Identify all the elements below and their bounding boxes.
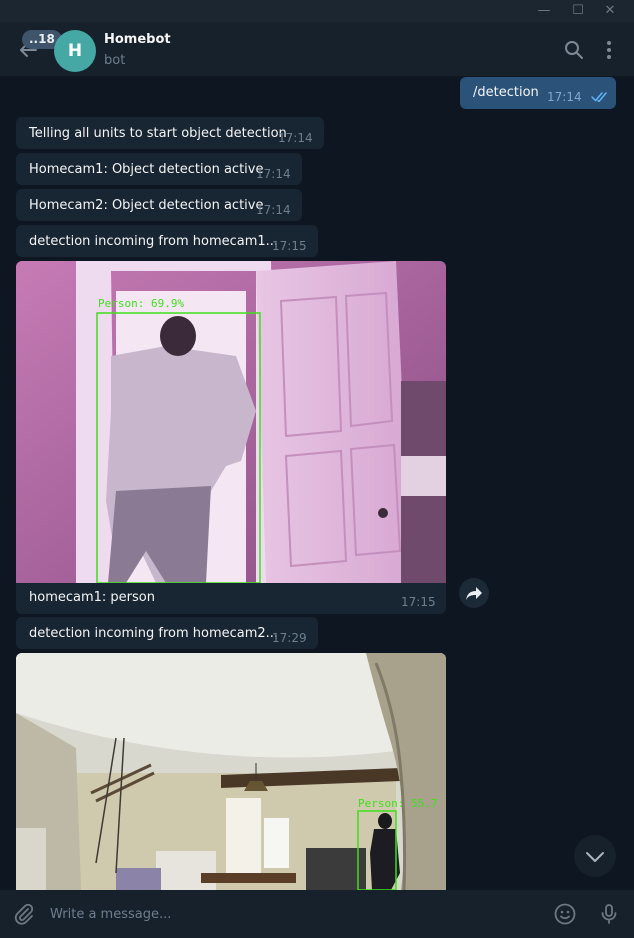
- chat-subtitle: bot: [104, 53, 126, 68]
- voice-button[interactable]: [597, 902, 621, 926]
- maximize-button[interactable]: ☐: [568, 2, 588, 20]
- detection-label: Person: 69.9%: [98, 297, 184, 310]
- minimize-button[interactable]: —: [534, 2, 554, 20]
- close-button[interactable]: ✕: [600, 2, 620, 20]
- message-time: 17:15: [401, 595, 436, 609]
- chat-title[interactable]: Homebot: [104, 32, 171, 47]
- avatar[interactable]: H: [54, 30, 96, 72]
- window-titlebar: — ☐ ✕: [0, 0, 634, 22]
- message-incoming[interactable]: Homecam1: Object detection active 17:14: [16, 153, 302, 185]
- scroll-down-button[interactable]: [574, 835, 616, 877]
- message-text: /detection: [473, 85, 539, 100]
- message-text: detection incoming from homecam1...: [29, 234, 279, 249]
- share-arrow-icon: [466, 587, 482, 600]
- message-time: 17:14: [256, 203, 291, 217]
- more-vertical-icon: [607, 41, 611, 59]
- composer: [0, 890, 634, 938]
- paperclip-icon: [14, 903, 34, 925]
- message-incoming[interactable]: Telling all units to start object detect…: [16, 117, 324, 149]
- detection-photo-homecam2[interactable]: Person: 55.7: [16, 653, 446, 890]
- message-text: detection incoming from homecam2...: [29, 626, 279, 641]
- caption-text: homecam1: person: [29, 590, 155, 605]
- message-time: 17:14: [547, 90, 582, 104]
- smiley-icon: [554, 903, 576, 925]
- message-time: 17:15: [272, 239, 307, 253]
- detection-photo-homecam1[interactable]: Person: 69.9%: [16, 261, 446, 583]
- double-check-icon: [591, 92, 607, 102]
- message-incoming[interactable]: detection incoming from homecam1... 17:1…: [16, 225, 318, 257]
- chat-header: ..18 H Homebot bot: [0, 22, 634, 77]
- message-time: 17:14: [278, 131, 313, 145]
- attach-button[interactable]: [12, 902, 36, 926]
- emoji-button[interactable]: [553, 902, 577, 926]
- message-outgoing[interactable]: /detection 17:14: [460, 77, 616, 109]
- search-button[interactable]: [564, 40, 584, 60]
- more-button[interactable]: [599, 40, 619, 60]
- message-time: 17:14: [256, 167, 291, 181]
- message-text: Homecam1: Object detection active: [29, 162, 264, 177]
- message-text: Telling all units to start object detect…: [29, 126, 287, 141]
- message-incoming[interactable]: Homecam2: Object detection active 17:14: [16, 189, 302, 221]
- photo-caption[interactable]: homecam1: person 17:15: [16, 583, 446, 614]
- chevron-down-icon: [586, 852, 604, 862]
- message-incoming[interactable]: detection incoming from homecam2... 17:2…: [16, 617, 318, 649]
- message-list[interactable]: /detection 17:14 Telling all units to st…: [0, 77, 634, 890]
- camera-image: Person: 55.7: [16, 653, 446, 890]
- forward-button[interactable]: [459, 578, 489, 608]
- microphone-icon: [601, 904, 617, 924]
- message-time: 17:29: [272, 631, 307, 645]
- camera-image: Person: 69.9%: [16, 261, 446, 583]
- search-icon: [565, 41, 583, 59]
- message-input[interactable]: [50, 902, 530, 926]
- message-text: Homecam2: Object detection active: [29, 198, 264, 213]
- detection-label: Person: 55.7: [358, 797, 437, 810]
